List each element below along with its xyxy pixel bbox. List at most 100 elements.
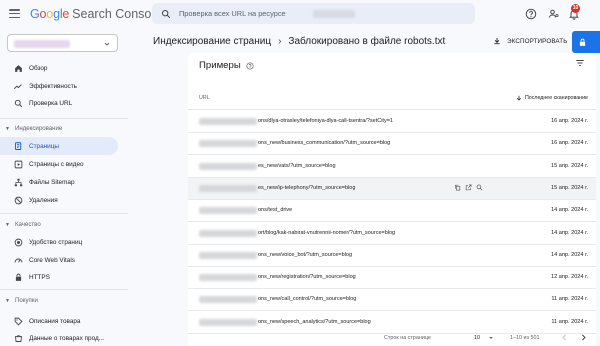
pagination: Строк на странице 10 1–10 из 501 xyxy=(188,330,596,346)
row-last-crawled: 15 апр. 2024 г. xyxy=(550,184,588,191)
sidebar-item-overview[interactable]: Обзор xyxy=(0,59,118,77)
sitemap-icon xyxy=(13,177,23,187)
search-icon xyxy=(13,98,23,108)
row-url[interactable]: ons_new/registration/?utm_source=blog xyxy=(258,274,356,280)
sidebar-item-product-snippets[interactable]: Описания товара xyxy=(0,312,118,330)
redacted-domain xyxy=(199,229,257,237)
speed-icon xyxy=(13,255,23,265)
inspect-url-icon[interactable] xyxy=(476,184,483,191)
export-button[interactable]: ЭКСПОРТИРОВАТЬ xyxy=(493,37,567,45)
caret-down-icon: ▼ xyxy=(5,221,10,228)
table-row[interactable]: ons_new/registration/?utm_source=blog 12 … xyxy=(188,267,596,290)
section-indexing[interactable]: ▼ Индексирование xyxy=(5,125,62,132)
table-row[interactable]: ort/blog/kak-nabirat-vnutrennii-nomer/?u… xyxy=(188,223,596,245)
experience-icon xyxy=(13,237,23,247)
row-last-crawled: 12 апр. 2024 г. xyxy=(550,274,588,281)
table-row[interactable]: ons_new/call_control/?utm_source=blog 11 … xyxy=(188,289,596,312)
manage-users-icon[interactable] xyxy=(548,8,560,20)
row-last-crawled: 14 апр. 2024 г. xyxy=(550,251,588,258)
sidebar-item-pages[interactable]: Страницы xyxy=(0,137,118,155)
product-logo[interactable]: Google Search Console xyxy=(30,7,161,21)
row-url[interactable]: ons_new/call_control/?utm_source=blog xyxy=(258,296,356,302)
sidebar-item-label: Обзор xyxy=(29,64,48,72)
rows-per-page-select[interactable]: 10 xyxy=(474,335,480,341)
redacted-domain xyxy=(199,251,257,259)
sidebar-item-video-pages[interactable]: Страницы с видео xyxy=(0,155,118,173)
redacted-domain xyxy=(199,118,257,125)
sidebar-item-label: Страницы xyxy=(29,142,60,150)
sidebar-item-https[interactable]: HTTPS xyxy=(0,268,118,286)
redacted-domain xyxy=(199,162,257,170)
table-row[interactable]: ons/dlya-otrasley/telefoniya-dlya-call-t… xyxy=(188,111,596,133)
sidebar-item-label: Удобство страниц xyxy=(29,238,83,246)
product-icon xyxy=(13,333,23,343)
chevron-right-icon[interactable] xyxy=(579,333,588,342)
search-icon xyxy=(161,9,171,18)
sidebar-item-core-web-vitals[interactable]: Core Web Vitals xyxy=(0,251,118,269)
arrow-down-icon xyxy=(516,95,521,101)
row-url[interactable]: ons_new/business_communication/?utm_sour… xyxy=(258,140,390,146)
removals-icon xyxy=(13,195,23,205)
video-icon xyxy=(13,159,23,169)
open-in-new-icon[interactable] xyxy=(465,184,472,191)
blocked-lock-button[interactable] xyxy=(572,31,600,53)
caret-down-icon[interactable] xyxy=(488,335,494,341)
sidebar-item-sitemaps[interactable]: Файлы Sitemap xyxy=(0,173,118,191)
row-url[interactable]: es_new/ip-telephony/?utm_source=blog xyxy=(258,185,355,191)
redacted-domain xyxy=(199,318,257,326)
copy-icon[interactable] xyxy=(454,184,461,191)
table-row[interactable]: es_new/ip-telephony/?utm_source=blog 15 а… xyxy=(188,177,596,200)
breadcrumb-parent[interactable]: Индексирование страниц xyxy=(153,36,271,47)
sidebar-divider xyxy=(0,289,128,290)
help-icon[interactable] xyxy=(246,62,254,70)
row-url[interactable]: ons_new/speech_analytics/?utm_source=blo… xyxy=(258,319,371,325)
header-divider xyxy=(188,109,596,110)
row-url[interactable]: ons/dlya-otrasley/telefoniya-dlya-call-t… xyxy=(258,118,393,124)
sidebar-item-label: Проверка URL xyxy=(29,99,73,107)
sidebar-item-url-inspection[interactable]: Проверка URL xyxy=(0,94,118,112)
section-quality[interactable]: ▼ Качество xyxy=(5,221,41,228)
sidebar-item-performance[interactable]: Эффективность xyxy=(0,77,118,95)
chevron-left-icon[interactable] xyxy=(560,333,569,342)
table-row[interactable]: es_new/vats/?utm_source=blog 15 апр. 2024… xyxy=(188,156,596,178)
row-url[interactable]: ort/blog/kak-nabirat-vnutrennii-nomer/?u… xyxy=(258,230,395,236)
sidebar-item-label: Страницы с видео xyxy=(29,160,84,168)
redacted-domain xyxy=(199,296,257,304)
column-header-last-crawled[interactable]: Последнее сканирование xyxy=(516,95,588,101)
tag-icon xyxy=(13,316,23,326)
redacted-property xyxy=(313,9,355,18)
trend-icon xyxy=(13,81,23,91)
property-selector[interactable] xyxy=(7,34,118,52)
row-last-crawled: 14 апр. 2024 г. xyxy=(550,229,588,236)
caret-down-icon: ▼ xyxy=(5,297,10,304)
sidebar-item-label: Core Web Vitals xyxy=(29,256,75,264)
row-url[interactable]: ons_new/voice_bot/?utm_source=blog xyxy=(258,252,352,258)
sidebar-item-label: Эффективность xyxy=(29,82,77,90)
sidebar-item-removals[interactable]: Удаления xyxy=(0,191,118,209)
column-header-url[interactable]: URL xyxy=(199,95,210,101)
row-url[interactable]: es_new/vats/?utm_source=blog xyxy=(258,163,336,169)
lock-icon xyxy=(13,272,23,282)
url-inspection-search[interactable] xyxy=(152,3,475,24)
sidebar-divider xyxy=(0,213,128,214)
sidebar-item-page-experience[interactable]: Удобство страниц xyxy=(0,233,118,251)
row-actions xyxy=(454,184,483,191)
top-bar: Google Search Console 10 xyxy=(0,0,600,29)
search-input[interactable] xyxy=(179,9,329,18)
help-icon[interactable] xyxy=(525,8,537,20)
row-last-crawled: 14 апр. 2024 г. xyxy=(550,207,588,214)
caret-down-icon: ▼ xyxy=(5,125,10,132)
sidebar-divider xyxy=(0,118,128,119)
table-row[interactable]: ons_new/business_communication/?utm_sour… xyxy=(188,133,596,156)
table-row[interactable]: ons/test_drive 14 апр. 2024 г. xyxy=(188,200,596,223)
section-shopping[interactable]: ▼ Покупки xyxy=(5,297,38,304)
menu-icon[interactable] xyxy=(9,9,20,18)
row-last-crawled: 11 апр. 2024 г. xyxy=(551,318,588,325)
chevron-right-icon: › xyxy=(278,36,282,47)
sidebar-item-merchant-listings[interactable]: Данные о товарах прод... xyxy=(0,329,118,346)
rows-per-page-label: Строк на странице xyxy=(384,335,431,341)
table-row[interactable]: ons_new/voice_bot/?utm_source=blog 14 апр… xyxy=(188,245,596,267)
redacted-domain xyxy=(199,207,257,215)
row-url[interactable]: ons/test_drive xyxy=(258,207,292,213)
filter-icon[interactable] xyxy=(575,58,585,68)
